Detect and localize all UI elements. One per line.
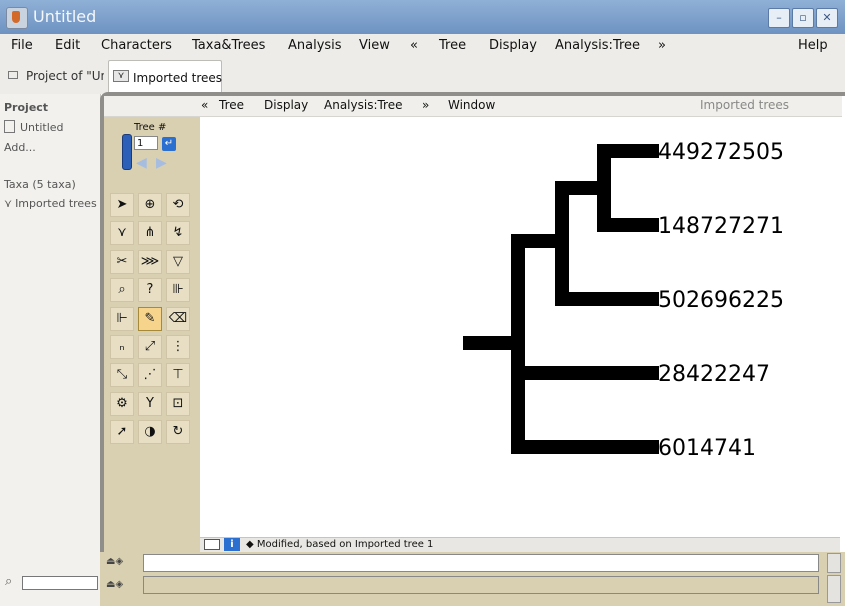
project-panel: Project Untitled Add... Taxa (5 taxa) ⋎ I… [0, 94, 101, 606]
reroot-tool-icon[interactable]: ↯ [166, 221, 190, 245]
connect-tool-icon[interactable]: ⋰ [138, 363, 162, 387]
taxon-label[interactable]: 28422247 [658, 362, 770, 387]
menu-bar: File Edit Characters Taxa&Trees Analysis… [0, 34, 845, 59]
inner-menu-display[interactable]: Display [264, 98, 308, 112]
taxon-label[interactable]: 449272505 [658, 140, 784, 165]
tab-project-label: Project of "Untitled" [26, 69, 104, 83]
trees-item[interactable]: ⋎ Imported trees [4, 197, 97, 210]
app-icon [6, 7, 28, 29]
enter-icon[interactable]: ↵ [162, 137, 176, 151]
menu-display[interactable]: Display [489, 38, 537, 53]
minimize-button[interactable]: – [768, 8, 790, 28]
menu-taxa-trees[interactable]: Taxa&Trees [192, 38, 265, 53]
cycle-tool-icon[interactable]: ↻ [166, 420, 190, 444]
gear-tool-icon[interactable]: ⚙ [110, 392, 134, 416]
lock-tool-icon[interactable]: ⊡ [166, 392, 190, 416]
rotate-tool-icon[interactable]: ⟲ [166, 193, 190, 217]
tab-project[interactable]: Project of "Untitled" [4, 65, 104, 89]
menu-file[interactable]: File [11, 38, 33, 53]
prev-tree-icon[interactable]: ◀ [136, 155, 147, 171]
ruler2-tool-icon[interactable]: ⊤ [166, 363, 190, 387]
menu-view[interactable]: View [359, 38, 390, 53]
prune-tool-icon[interactable]: ⤡ [110, 363, 134, 387]
bottom-panels: ⏏◈ ⏏◈ [100, 552, 845, 606]
color-tool-icon[interactable]: ◑ [138, 420, 162, 444]
status-text: ◆ Modified, based on Imported tree 1 [246, 539, 434, 550]
next-tree-icon[interactable]: ▶ [156, 155, 167, 171]
fork-tool-icon[interactable]: Y [138, 392, 162, 416]
menu-characters[interactable]: Characters [101, 38, 172, 53]
log-scrollbar[interactable] [827, 575, 841, 603]
tree-icon: ⋎ [4, 197, 13, 210]
project-file-item[interactable]: Untitled [4, 120, 64, 134]
menu-tree[interactable]: Tree [439, 38, 466, 53]
tab-strip: Project of "Untitled" ⋎ Imported trees [0, 58, 845, 95]
log-toggle-icon-2[interactable]: ⏏◈ [106, 579, 123, 590]
polytomy-tool-icon[interactable]: ⋔ [138, 221, 162, 245]
file-icon [4, 120, 15, 133]
minimize-tab-icon [8, 71, 18, 79]
menu-edit[interactable]: Edit [55, 38, 80, 53]
log-field [143, 576, 819, 594]
arrow-tool-icon[interactable]: ➤ [110, 193, 134, 217]
collapse-tool-icon[interactable]: ▽ [166, 250, 190, 274]
title-bar [0, 0, 845, 34]
help-tool-icon[interactable]: ? [138, 278, 162, 302]
inner-menu-window[interactable]: Window [448, 98, 495, 112]
tree-canvas[interactable]: 449272505 148727271 502696225 28422247 60147… [200, 117, 840, 537]
tree-scroll-slider[interactable] [122, 134, 132, 170]
tab-imported-label: Imported trees [133, 71, 223, 85]
magnify-tool-icon[interactable]: ⊕ [138, 193, 162, 217]
command-scrollbar[interactable] [827, 553, 841, 573]
menu-analysis-tree[interactable]: Analysis:Tree [555, 38, 640, 53]
window-title: Untitled [33, 7, 97, 26]
tree-window-icon: ⋎ [113, 70, 129, 82]
tab-imported-trees[interactable]: ⋎ Imported trees [108, 60, 222, 95]
taxa-item[interactable]: Taxa (5 taxa) [4, 178, 76, 191]
search-input[interactable] [22, 576, 98, 590]
inner-menu-scroll-right[interactable]: » [422, 98, 429, 112]
taxon-label[interactable]: 502696225 [658, 288, 784, 313]
taxon-label[interactable]: 6014741 [658, 436, 756, 461]
measure-tool-icon[interactable]: ⊩ [110, 307, 134, 331]
maximize-button[interactable]: ▫ [792, 8, 814, 28]
paint-brush-tool-icon[interactable]: ✎ [138, 307, 162, 331]
tag-tool-icon[interactable]: ⌫ [166, 307, 190, 331]
branch-tool-icon[interactable]: ⋙ [138, 250, 162, 274]
pointer-tool-icon[interactable]: ➚ [110, 420, 134, 444]
menu-scroll-right[interactable]: » [658, 38, 666, 53]
tree-number-field[interactable]: 1 [134, 136, 158, 150]
tool-palette: Tree # 1 ↵ ◀ ▶ ➤ ⊕ ⟲ ⋎ ⋔ ↯ ✂ ⋙ ▽ ⌕? ⊪ ⊩ ✎ ⌫ ₙ ⤢ ⋮ ⤡ ⋰ ⊤ ⚙ Y ⊡ ➚… [104, 117, 201, 552]
search-icon: ⌕ [5, 574, 13, 589]
arrange-tool-icon[interactable]: ⤢ [138, 335, 162, 359]
text-view-icon[interactable] [204, 539, 220, 550]
ladderize-tool-icon[interactable]: ⋎ [110, 221, 134, 245]
inner-window-title: Imported trees [700, 98, 790, 112]
tree-window-menubar: « Tree Display Analysis:Tree » Window Im… [104, 96, 842, 117]
command-field[interactable] [143, 554, 819, 572]
search-tool-icon[interactable]: ⌕ [110, 278, 134, 302]
tree-drawing: 449272505 148727271 502696225 28422247 60147… [463, 140, 784, 461]
inner-menu-scroll-left[interactable]: « [201, 98, 208, 112]
taxon-label[interactable]: 148727271 [658, 214, 784, 239]
log-toggle-icon[interactable]: ⏏◈ [106, 556, 123, 567]
project-heading: Project [4, 101, 49, 114]
close-button[interactable]: ✕ [816, 8, 838, 28]
menu-analysis[interactable]: Analysis [288, 38, 342, 53]
expand-tool-icon[interactable]: ⋮ [166, 335, 190, 359]
ruler-tool-icon[interactable]: ⊪ [166, 278, 190, 302]
tree-number-label: Tree # [134, 122, 167, 133]
trees-item-label: Imported trees [15, 197, 97, 210]
project-file-label: Untitled [20, 121, 64, 134]
inner-menu-analysis-tree[interactable]: Analysis:Tree [324, 98, 403, 112]
project-search: ⌕ [0, 572, 100, 594]
name-tool-icon[interactable]: ₙ [110, 335, 134, 359]
info-icon[interactable]: i [224, 538, 240, 551]
inner-menu-tree[interactable]: Tree [219, 98, 244, 112]
menu-help[interactable]: Help [798, 38, 828, 53]
add-link[interactable]: Add... [4, 141, 36, 154]
status-bar: i ◆ Modified, based on Imported tree 1 [200, 537, 840, 553]
scissors-tool-icon[interactable]: ✂ [110, 250, 134, 274]
menu-scroll-left[interactable]: « [410, 38, 418, 53]
